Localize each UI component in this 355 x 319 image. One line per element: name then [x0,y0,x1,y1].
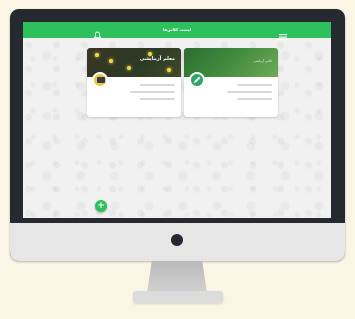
chalkboard-icon [97,77,105,83]
app-bar: لیست کلاس‌ها [23,22,331,41]
app-screen: لیست کلاس‌ها معلم آزمایشی [23,22,331,218]
pencil-icon [194,76,201,83]
hamburger-menu-icon[interactable] [279,26,287,41]
monitor-chin [10,223,345,261]
power-indicator [171,234,183,246]
card-details [217,84,272,105]
monitor-base [133,291,223,303]
class-card[interactable]: کلاس آزمایشی [184,48,278,117]
class-card[interactable]: معلم آزمایشی [87,48,181,117]
avatar [92,72,108,88]
avatar [189,72,205,88]
monitor-frame: لیست کلاس‌ها معلم آزمایشی [10,9,345,261]
monitor-stand [147,261,207,293]
card-title: کلاس آزمایشی [253,59,272,63]
card-details [120,84,175,105]
add-class-button[interactable]: + [95,200,107,212]
card-title: معلم آزمایشی [139,56,175,62]
